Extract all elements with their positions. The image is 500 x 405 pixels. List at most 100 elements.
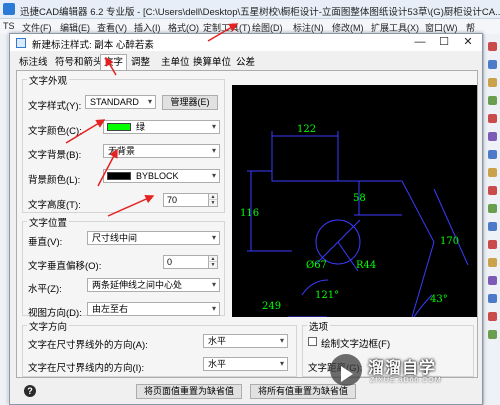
view-direction-select[interactable]: 由左至右 ▾ bbox=[87, 302, 220, 316]
draw-frame-checkbox[interactable] bbox=[308, 337, 317, 346]
app-logo-icon bbox=[3, 3, 15, 15]
tool-icon[interactable] bbox=[488, 132, 497, 141]
tool-icon[interactable] bbox=[488, 168, 497, 177]
vertical-offset-label: 文字垂直偏移(O): bbox=[28, 261, 102, 272]
text-style-value: STANDARD bbox=[90, 97, 139, 107]
watermark-url: ZIXUE.3D66.COM bbox=[370, 377, 442, 384]
help-icon[interactable]: ? bbox=[24, 385, 36, 397]
dimension-preview: 122 116 58 170 Ø67 R44 121° 43° 249 bbox=[232, 85, 477, 317]
draw-frame-label: 绘制文字边框(F) bbox=[321, 339, 391, 350]
vertical-value: 尺寸线中间 bbox=[92, 233, 138, 243]
dialog-title: 新建标注样式: 副本 心醉若素 bbox=[32, 40, 154, 51]
reset-current-button[interactable]: 将页面值重置为缺省值 bbox=[136, 384, 242, 399]
text-appearance-group: 文字外观 文字样式(Y): STANDARD ▾ 管理器(E) 文字颜色(C):… bbox=[22, 73, 225, 213]
chevron-down-icon: ▾ bbox=[147, 97, 152, 106]
tool-icon[interactable] bbox=[488, 276, 497, 285]
dialog-app-icon bbox=[16, 38, 26, 48]
background-color-label: 背景颜色(L): bbox=[28, 175, 81, 186]
dim-text-radius: R44 bbox=[356, 260, 376, 271]
text-outside-direction-label: 文字在尺寸界线外的方向(A): bbox=[28, 340, 148, 351]
background-color-swatch bbox=[107, 172, 131, 180]
text-appearance-label: 文字外观 bbox=[27, 73, 70, 87]
dim-text-diameter: Ø67 bbox=[306, 260, 327, 271]
chevron-down-icon: ▾ bbox=[279, 359, 284, 368]
text-style-select[interactable]: STANDARD ▾ bbox=[85, 95, 156, 109]
tool-icon[interactable] bbox=[488, 222, 497, 231]
chevron-down-icon: ▾ bbox=[211, 122, 216, 131]
tab-fit[interactable]: 调整 bbox=[128, 56, 154, 70]
text-position-group: 文字位置 垂直(V): 尺寸线中间 ▾ 文字垂直偏移(O): 0 ▲ ▼ 水平(… bbox=[22, 215, 225, 319]
dim-text-angle-right: 43° bbox=[430, 294, 448, 305]
spin-down-icon[interactable]: ▼ bbox=[208, 262, 217, 268]
dim-text-left: 116 bbox=[240, 208, 259, 219]
text-color-swatch bbox=[107, 123, 131, 131]
vertical-select[interactable]: 尺寸线中间 ▾ bbox=[87, 231, 220, 245]
app-menu-bar: TS 文件(F) 编辑(E) 查看(V) 插入(I) 格式(O) 定制工具(T)… bbox=[0, 19, 500, 34]
background-color-select[interactable]: BYBLOCK ▾ bbox=[103, 169, 220, 183]
tool-icon[interactable] bbox=[488, 294, 497, 303]
tab-tolerances[interactable]: 公差 bbox=[233, 56, 259, 70]
play-logo-icon bbox=[330, 354, 362, 386]
vertical-offset-value: 0 bbox=[167, 257, 173, 267]
chevron-down-icon: ▾ bbox=[279, 336, 284, 345]
app-title-bar: 迅捷CAD编辑器 6.2 专业版 - [C:\Users\dell\Deskto… bbox=[0, 0, 500, 19]
horizontal-label: 水平(Z): bbox=[28, 284, 62, 295]
view-direction-label: 视图方向(D): bbox=[28, 308, 82, 319]
vertical-offset-spinner[interactable]: 0 ▲ ▼ bbox=[163, 255, 218, 269]
tool-icon[interactable] bbox=[488, 204, 497, 213]
tab-primary-units[interactable]: 主单位 bbox=[158, 56, 193, 70]
text-style-label: 文字样式(Y): bbox=[28, 101, 82, 112]
tool-icon[interactable] bbox=[488, 258, 497, 267]
dim-text-inner: 58 bbox=[353, 193, 366, 204]
text-background-select[interactable]: 无背景 ▾ bbox=[103, 144, 220, 158]
tab-alternate-units[interactable]: 换算单位 bbox=[190, 56, 235, 70]
options-label: 选项 bbox=[307, 319, 331, 333]
chevron-down-icon: ▾ bbox=[211, 171, 216, 180]
tool-icon[interactable] bbox=[488, 42, 497, 51]
dim-text-bottom: 249 bbox=[262, 301, 281, 312]
tool-icon[interactable] bbox=[488, 186, 497, 195]
tool-icon[interactable] bbox=[488, 240, 497, 249]
text-color-select[interactable]: 绿 ▾ bbox=[103, 120, 220, 134]
dialog-title-bar: 新建标注样式: 副本 心醉若素 — ☐ ✕ bbox=[10, 34, 482, 51]
tab-panel-text: 文字外观 文字样式(Y): STANDARD ▾ 管理器(E) 文字颜色(C):… bbox=[16, 70, 478, 378]
chevron-down-icon: ▾ bbox=[211, 304, 216, 313]
tool-icon[interactable] bbox=[488, 78, 497, 87]
text-outside-direction-select[interactable]: 水平 ▾ bbox=[203, 334, 288, 348]
menu-prefix: TS bbox=[3, 21, 15, 31]
text-inside-direction-select[interactable]: 水平 ▾ bbox=[203, 357, 288, 371]
tool-icon[interactable] bbox=[488, 312, 497, 321]
text-color-label: 文字颜色(C): bbox=[28, 126, 82, 137]
background-color-value: BYBLOCK bbox=[136, 171, 179, 181]
tool-icon[interactable] bbox=[488, 114, 497, 123]
text-height-label: 文字高度(T): bbox=[28, 200, 81, 211]
spin-down-icon[interactable]: ▼ bbox=[208, 200, 217, 206]
horizontal-select[interactable]: 两条延伸线之间中心处 ▾ bbox=[87, 278, 220, 292]
preview-geometry bbox=[247, 131, 469, 317]
tab-text[interactable]: 文字 bbox=[100, 54, 128, 71]
preview-labels: 122 116 58 170 Ø67 R44 121° 43° 249 bbox=[240, 124, 459, 312]
text-direction-group: 文字方向 文字在尺寸界线外的方向(A): 水平 ▾ 文字在尺寸界线内的方向(I)… bbox=[22, 319, 297, 377]
tool-icon[interactable] bbox=[488, 60, 497, 69]
text-background-label: 文字背景(B): bbox=[28, 150, 82, 161]
close-button[interactable]: ✕ bbox=[456, 34, 480, 51]
tool-icon[interactable] bbox=[488, 330, 497, 339]
text-color-value: 绿 bbox=[136, 122, 146, 132]
text-height-spinner[interactable]: 70 ▲ ▼ bbox=[163, 193, 218, 207]
style-manager-button[interactable]: 管理器(E) bbox=[162, 95, 218, 110]
text-inside-direction-value: 水平 bbox=[208, 359, 227, 369]
tab-dimension-lines[interactable]: 标注线 bbox=[16, 56, 51, 70]
app-title: 迅捷CAD编辑器 6.2 专业版 - [C:\Users\dell\Deskto… bbox=[20, 7, 500, 18]
maximize-button[interactable]: ☐ bbox=[432, 34, 456, 51]
text-outside-direction-value: 水平 bbox=[208, 336, 227, 346]
view-direction-value: 由左至右 bbox=[92, 304, 129, 314]
tool-icon[interactable] bbox=[488, 150, 497, 159]
tab-symbols-arrows[interactable]: 符号和箭头 bbox=[52, 56, 106, 70]
minimize-button[interactable]: — bbox=[408, 34, 432, 51]
chevron-down-icon: ▾ bbox=[211, 233, 216, 242]
dim-text-right: 170 bbox=[440, 236, 459, 247]
chevron-down-icon: ▾ bbox=[211, 146, 216, 155]
left-toolbar bbox=[0, 34, 8, 405]
dim-text-top: 122 bbox=[297, 124, 316, 135]
tool-icon[interactable] bbox=[488, 96, 497, 105]
